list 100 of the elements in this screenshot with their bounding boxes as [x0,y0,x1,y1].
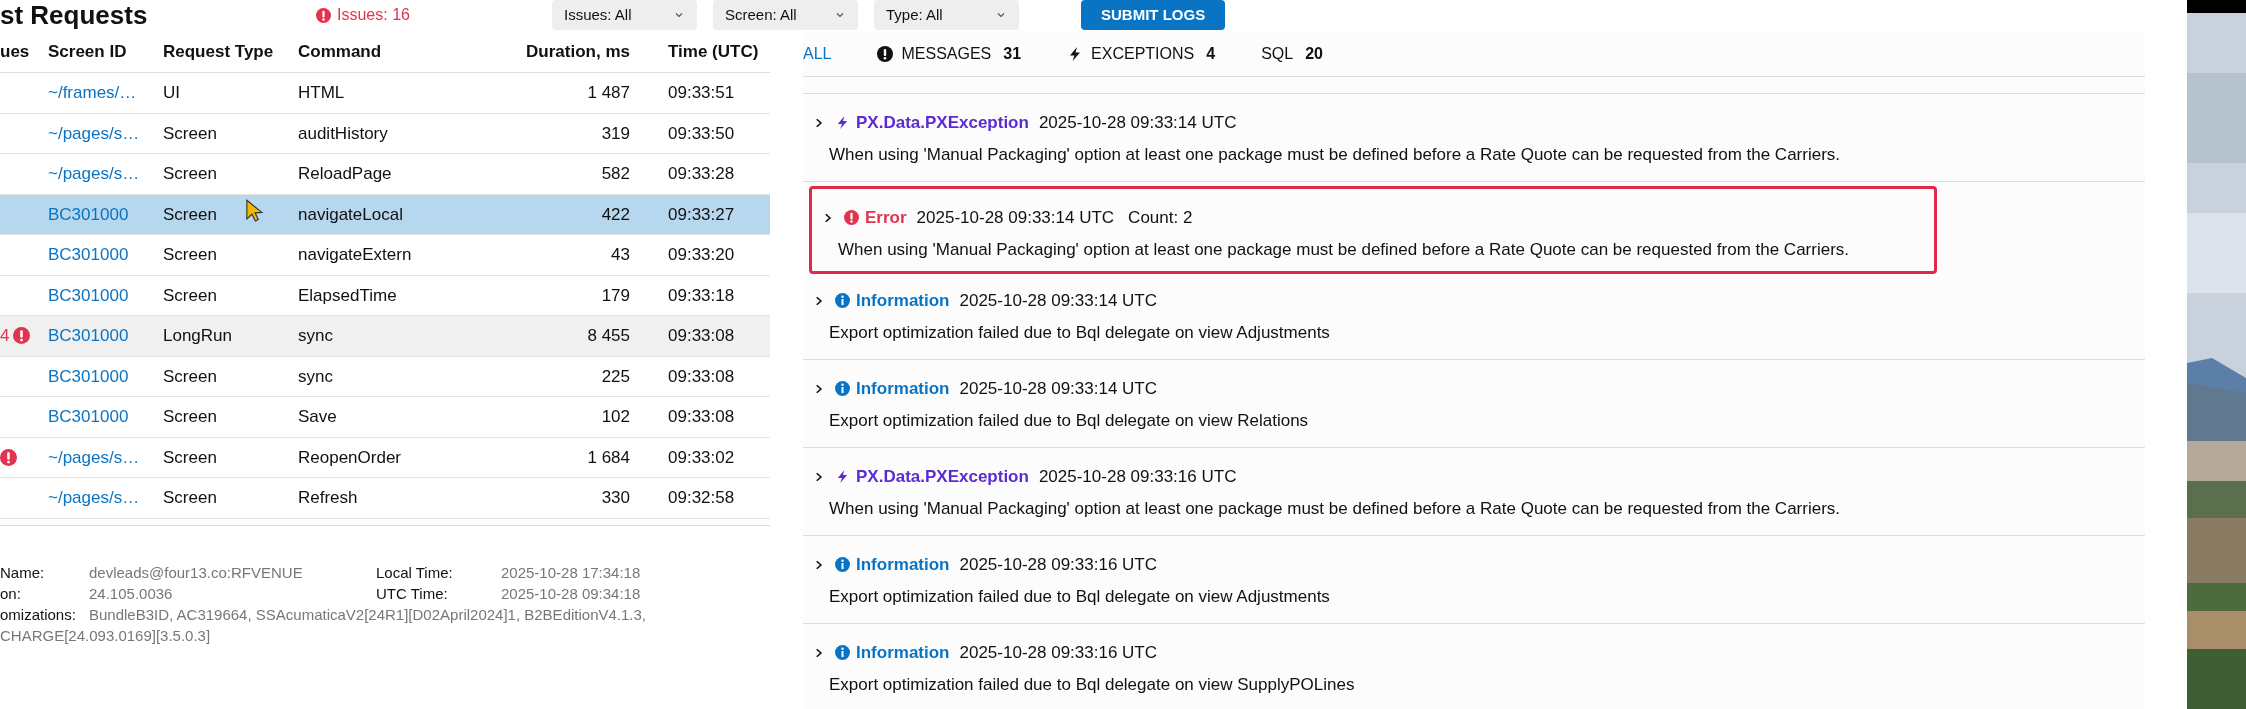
info-value: 2025-10-28 17:34:18 [501,562,641,583]
info-value: CHARGE[24.093.0169][3.5.0.3] [0,625,212,646]
log-tab[interactable]: EXCEPTIONS 4 [1067,41,1216,66]
screen-id-link[interactable]: BC301000 [48,285,129,305]
table-cell: 43 [611,245,630,264]
column-header[interactable]: Duration, ms [526,41,630,61]
table-cell: auditHistory [298,123,388,143]
table-cell: Screen [163,366,217,386]
entry-time: 2025-10-28 09:33:14 UTC [1038,112,1237,134]
log-entry[interactable]: PX.Data.PXException 2025-10-28 09:33:14 UTC When using 'Manual Packaging' option at least one package must be defined before a Rate Quote can be requested from the Carriers. [803,94,2145,182]
table-cell: Screen [163,164,217,183]
table-cell: 09:33:27 [668,204,735,224]
info-label: Local Time: [376,562,454,583]
table-cell: navigateLocal [298,204,403,224]
table-cell: 225 [601,366,630,386]
entry-title: Information [856,290,950,312]
table-cell: 422 [601,204,630,224]
table-cell: 09:33:50 [668,123,735,143]
column-header[interactable]: Screen ID [48,41,127,61]
table-cell: 09:33:18 [668,285,735,305]
entry-time: 2025-10-28 09:33:14 UTC [959,290,1158,312]
table-cell: ReloadPage [298,164,392,183]
lightning-icon [835,469,850,485]
entry-title: Error [865,207,907,229]
log-entry[interactable]: Information 2025-10-28 09:33:14 UTC Export optimization failed due to Bql delegate on view Relations [803,360,2145,448]
table-cell: 1 684 [587,447,630,467]
table-cell: HTML [298,83,345,102]
screen-id-link[interactable]: ~/pages/s… [48,447,140,467]
screen-id-link[interactable]: ~/pages/s… [48,164,140,183]
table-cell: ReopenOrder [298,447,401,467]
info-label: UTC Time: [376,583,449,604]
table-cell: 09:33:28 [668,164,735,183]
table-cell: LongRun [163,326,232,345]
table-cell: navigateExtern [298,245,412,264]
table-row[interactable]: 4 BC301000 LongRun sync 8 455 09:33:08 [0,316,770,357]
info-icon [835,381,850,397]
screen-id-link[interactable]: BC301000 [48,407,129,426]
table-cell: 1 487 [587,83,630,102]
log-entry[interactable]: Information 2025-10-28 09:33:14 UTC Export optimization failed due to Bql delegate on view Adjustments [803,272,2145,360]
info-icon [835,645,850,661]
column-header[interactable]: ues [0,41,30,61]
filter-dropdown[interactable]: Screen: All [713,0,858,30]
table-cell: Screen [163,447,217,467]
table-cell: 09:33:08 [668,326,735,345]
entry-time: 2025-10-28 09:33:16 UTC [959,642,1158,664]
table-row[interactable]: BC301000 Screen navigateLocal 422 09:33:27 [0,194,770,235]
issue-count: 4 [0,325,10,347]
entry-count: Count: 2 [1128,207,1193,229]
entry-title: PX.Data.PXException [856,466,1029,488]
log-entry[interactable]: Information 2025-10-28 09:33:16 UTC Export optimization failed due to Bql delegate on view SupplyPOLines [803,624,2145,709]
page-title: st Requests [0,2,149,28]
entry-message: When using 'Manual Packaging' option at least one package must be defined before a Rate Quote can be requested from the Carriers. [828,143,1842,166]
entry-time: 2025-10-28 09:33:16 UTC [959,554,1158,576]
table-cell: sync [298,366,333,386]
entry-message: Export optimization failed due to Bql delegate on view SupplyPOLines [828,673,1356,696]
log-tab[interactable]: MESSAGES 31 [877,41,1022,66]
info-label: omizations: [0,604,77,625]
column-header[interactable]: Time (UTC) [668,41,759,61]
entry-message: When using 'Manual Packaging' option at least one package must be defined before a Rate Quote can be requested from the Carriers. [828,497,1842,520]
screen-id-link[interactable]: ~/frames/… [48,83,137,102]
top-bar [2187,0,2246,13]
table-cell: 09:33:20 [668,245,735,264]
table-cell: Screen [163,407,217,426]
entry-message: Export optimization failed due to Bql delegate on view Adjustments [828,585,1331,608]
table-cell: UI [163,83,180,102]
entry-title: Information [856,642,950,664]
info-value: 24.105.0036 [89,583,174,604]
table-cell: 330 [601,488,630,507]
table-cell: 09:33:02 [668,447,735,467]
table-cell: 319 [601,123,630,143]
table-cell: Screen [163,123,217,143]
filter-dropdown[interactable]: Type: All [874,0,1019,30]
column-header[interactable]: Request Type [163,41,274,61]
info-value: BundleB3ID, AC319664, SSAcumaticaV2[24R1][D02April2024]1, B2BEditionV4.1.3, [89,604,647,625]
screen-id-link[interactable]: ~/pages/s… [48,123,140,143]
log-entry[interactable]: Error 2025-10-28 09:33:14 UTC Count: 2 When using 'Manual Packaging' option at least one package must be defined before a Rate Quote can be requested from the Carriers. [809,186,1937,274]
alert-icon [877,45,894,62]
table-cell: ElapsedTime [298,285,397,305]
table-cell: 09:33:08 [668,366,735,386]
screen-id-link[interactable]: BC301000 [48,326,129,345]
log-entry[interactable]: PX.Data.PXException 2025-10-28 09:33:16 UTC When using 'Manual Packaging' option at least one package must be defined before a Rate Quote can be requested from the Carriers. [803,448,2145,536]
table-cell: Refresh [298,488,358,507]
log-tab[interactable]: SQL 20 [1261,41,1323,66]
log-entry[interactable]: Information 2025-10-28 09:33:16 UTC Export optimization failed due to Bql delegate on view Adjustments [803,536,2145,624]
screen-id-link[interactable]: ~/pages/s… [48,488,140,507]
entry-title: PX.Data.PXException [856,112,1029,134]
table-cell: Screen [163,285,217,305]
table-cell: 179 [601,285,630,305]
screen-id-link[interactable]: BC301000 [48,366,129,386]
filter-dropdown[interactable]: Issues: All [552,0,697,30]
log-tab[interactable]: ALL [803,41,832,66]
table-cell: 8 455 [587,326,630,345]
mouse-pointer-icon [244,198,264,224]
table-cell: sync [298,326,333,345]
table-cell: 09:33:08 [668,407,735,426]
submit-logs-button[interactable]: SUBMIT LOGS [1081,0,1226,30]
info-icon [835,293,850,309]
column-header[interactable]: Command [298,41,382,61]
info-value: devleads@four13.co:RFVENUE [89,562,304,583]
screen-id-link[interactable]: BC301000 [48,245,129,264]
